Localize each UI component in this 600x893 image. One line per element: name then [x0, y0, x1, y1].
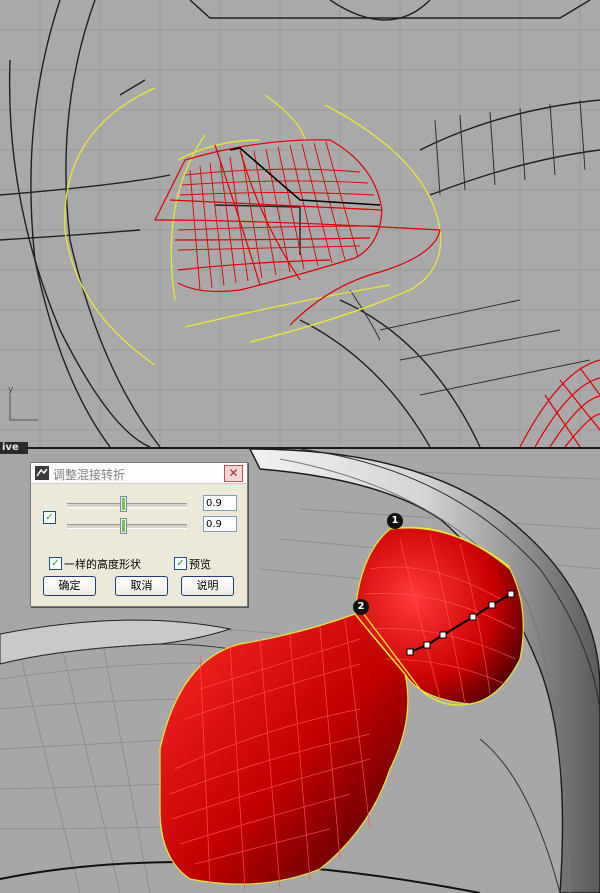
close-icon: ✕	[228, 466, 239, 480]
marker-2-badge: 2	[353, 599, 369, 615]
slider-1-track[interactable]	[67, 503, 187, 508]
top-viewport[interactable]: y	[0, 0, 600, 447]
top-viewport-canvas	[0, 0, 600, 447]
slider-1-thumb[interactable]	[120, 496, 127, 512]
slider-2-thumb[interactable]	[120, 518, 127, 534]
rhino-app-icon	[35, 466, 49, 480]
control-point[interactable]	[507, 590, 515, 598]
check-icon: ✓	[51, 558, 60, 569]
viewport-tab-label[interactable]: ive	[0, 442, 28, 454]
control-point[interactable]	[488, 601, 496, 609]
preview-checkbox[interactable]: ✓	[174, 557, 187, 570]
cancel-button[interactable]: 取消	[115, 576, 168, 596]
control-point[interactable]	[439, 631, 447, 639]
control-point[interactable]	[423, 641, 431, 649]
marker-1-badge: 1	[387, 513, 403, 529]
dialog-title: 调整混接转折	[53, 468, 126, 482]
slider-1-value-field[interactable]: 0.9	[203, 495, 237, 511]
slider-2-track[interactable]	[67, 524, 187, 529]
slider-2-value-field[interactable]: 0.9	[203, 516, 237, 532]
control-point[interactable]	[406, 648, 414, 656]
preview-label: 预览	[189, 558, 211, 571]
check-icon: ✓	[45, 512, 54, 523]
check-icon: ✓	[176, 558, 185, 569]
adjust-blend-bulge-dialog: 调整混接转折 ✕ ✓ 0.9 0.9 ✓ 一样的高度形状 ✓ 预览 确定 取消 …	[30, 462, 248, 607]
link-sliders-checkbox[interactable]: ✓	[43, 511, 56, 524]
close-button[interactable]: ✕	[224, 465, 243, 482]
help-button[interactable]: 说明	[181, 576, 234, 596]
dialog-title-bar[interactable]: 调整混接转折 ✕	[31, 463, 247, 484]
axis-y-label: y	[8, 385, 14, 395]
control-point[interactable]	[469, 613, 477, 621]
same-height-checkbox[interactable]: ✓	[49, 557, 62, 570]
ok-button[interactable]: 确定	[43, 576, 96, 596]
same-height-label: 一样的高度形状	[64, 558, 141, 571]
